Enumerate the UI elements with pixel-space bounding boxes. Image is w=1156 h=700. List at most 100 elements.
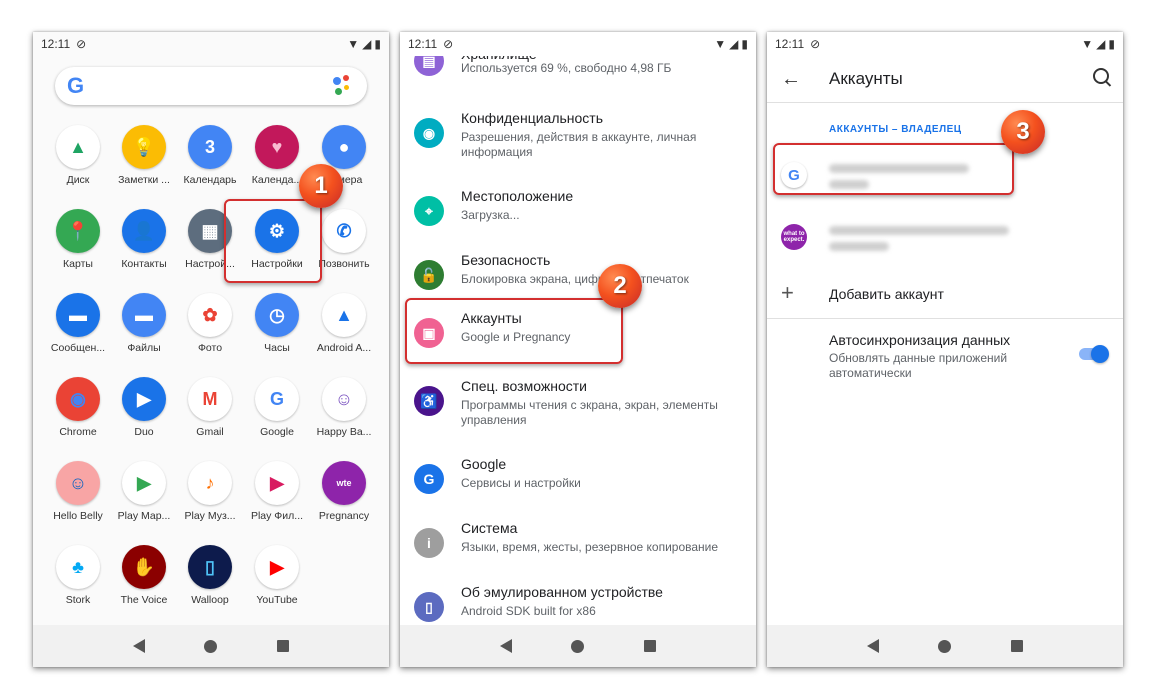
nav-bar bbox=[33, 625, 389, 667]
settings-item-subtitle: Загрузка... bbox=[461, 208, 520, 222]
dnd-icon: ⊘ bbox=[810, 37, 821, 51]
app-label: The Voice bbox=[120, 594, 168, 606]
app-youtube[interactable]: ▶ YouTube bbox=[244, 545, 310, 606]
accessibility-icon: ♿ bbox=[414, 386, 444, 416]
google-icon: G bbox=[255, 377, 299, 421]
app-label: YouTube bbox=[256, 594, 298, 606]
app-label: Сообщен... bbox=[50, 342, 106, 354]
settings-item-location-pin[interactable]: ⌖ Местоположение Загрузка... bbox=[400, 182, 756, 238]
app-hello-belly[interactable]: ☺ Hello Belly bbox=[45, 461, 111, 522]
assistant-icon[interactable] bbox=[333, 75, 355, 97]
app-label: Play Фил... bbox=[250, 510, 304, 522]
files-icon: ▬ bbox=[122, 293, 166, 337]
settings-item-accessibility[interactable]: ♿ Спец. возможности Программы чтения с экр… bbox=[400, 372, 756, 428]
settings-item-subtitle: Программы чтения с экрана, экран, элемен… bbox=[461, 398, 718, 427]
nav-back-icon[interactable] bbox=[866, 639, 879, 653]
app-chrome[interactable]: ◉ Chrome bbox=[45, 377, 111, 438]
app-files[interactable]: ▬ Файлы bbox=[111, 293, 177, 354]
app-calendar[interactable]: 3 Календарь bbox=[177, 125, 243, 186]
wifi-icon: ▼ bbox=[347, 37, 360, 51]
youtube-icon: ▶ bbox=[255, 545, 299, 589]
app-photos[interactable]: ✿ Фото bbox=[177, 293, 243, 354]
settings-item-subtitle: Разрешения, действия в аккаунте, личная … bbox=[461, 130, 697, 159]
step-badge-3: 3 bbox=[1001, 110, 1045, 154]
settings-item-title: Спец. возможности bbox=[461, 378, 587, 394]
settings-item-privacy-eye[interactable]: ◉ Конфиденциальность Разрешения, действия … bbox=[400, 104, 756, 160]
the-voice-icon: ✋ bbox=[122, 545, 166, 589]
app-walloop[interactable]: ▯ Walloop bbox=[177, 545, 243, 606]
google-search-bar[interactable]: G bbox=[55, 67, 367, 105]
duo-icon: ▶ bbox=[122, 377, 166, 421]
keep-icon: 💡 bbox=[122, 125, 166, 169]
wifi-icon: ▼ bbox=[1081, 37, 1094, 51]
settings-item-title: Конфиденциальность bbox=[461, 110, 604, 126]
accounts-toolbar: ← Аккаунты bbox=[767, 56, 1123, 103]
nav-home-icon[interactable] bbox=[571, 639, 585, 653]
dnd-icon: ⊘ bbox=[443, 37, 454, 51]
nav-back-icon[interactable] bbox=[132, 639, 145, 653]
toggle-knob bbox=[1091, 345, 1109, 363]
search-icon[interactable] bbox=[1093, 68, 1109, 84]
app-label: Chrome bbox=[59, 426, 97, 438]
app-play-market[interactable]: ▶ Play Мар... bbox=[111, 461, 177, 522]
callout-google-account bbox=[773, 143, 1014, 195]
app-play-movies[interactable]: ▶ Play Фил... bbox=[244, 461, 310, 522]
nav-recents-icon[interactable] bbox=[277, 640, 290, 652]
app-duo[interactable]: ▶ Duo bbox=[111, 377, 177, 438]
add-account-label: Добавить аккаунт bbox=[829, 286, 944, 302]
nav-back-icon[interactable] bbox=[499, 639, 512, 653]
signal-icon: ◢ bbox=[729, 37, 739, 51]
app-play-music[interactable]: ♪ Play Муз... bbox=[177, 461, 243, 522]
settings-item-subtitle: Используется 69 %, свободно 4,98 ГБ bbox=[461, 61, 672, 75]
device-icon: ▯ bbox=[414, 592, 444, 622]
app-label: Календарь bbox=[183, 174, 237, 186]
auto-sync-toggle[interactable] bbox=[1079, 345, 1109, 363]
app-messages[interactable]: ▬ Сообщен... bbox=[45, 293, 111, 354]
settings-item-info[interactable]: i Система Языки, время, жесты, резервное к… bbox=[400, 514, 756, 570]
auto-sync-subtitle: Обновлять данные приложений автоматическ… bbox=[829, 351, 1008, 380]
camera-icon: ● bbox=[322, 125, 366, 169]
maps-icon: 📍 bbox=[56, 209, 100, 253]
app-gmail[interactable]: M Gmail bbox=[177, 377, 243, 438]
settings-item-title: Безопасность bbox=[461, 252, 551, 268]
heart-calendar-icon: ♥ bbox=[255, 125, 299, 169]
settings-item-title: Google bbox=[461, 456, 507, 472]
chrome-icon: ◉ bbox=[56, 377, 100, 421]
drive-icon: ▲ bbox=[56, 125, 100, 169]
app-the-voice[interactable]: ✋ The Voice bbox=[111, 545, 177, 606]
settings-item-subtitle: Сервисы и настройки bbox=[461, 476, 581, 490]
auto-sync-title: Автосинхронизация данных bbox=[829, 332, 1011, 348]
app-contacts[interactable]: 👤 Контакты bbox=[111, 209, 177, 270]
status-bar: 12:11 ⊘ ▼ ◢ ▮ bbox=[400, 32, 756, 56]
app-what-to-expect[interactable]: wte Pregnancy bbox=[311, 461, 377, 522]
app-label: Pregnancy bbox=[318, 510, 370, 522]
nav-recents-icon[interactable] bbox=[644, 640, 657, 652]
nav-recents-icon[interactable] bbox=[1011, 640, 1024, 652]
plus-icon: + bbox=[781, 280, 794, 305]
app-label: Контакты bbox=[121, 258, 167, 270]
app-clock[interactable]: ◷ Часы bbox=[244, 293, 310, 354]
status-bar: 12:11 ⊘ ▼ ◢ ▮ bbox=[33, 32, 389, 56]
settings-item-subtitle: Android SDK built for x86 bbox=[461, 604, 596, 618]
app-android-auto[interactable]: ▲ Android A... bbox=[311, 293, 377, 354]
battery-icon: ▮ bbox=[1108, 37, 1115, 51]
settings-item-google-g[interactable]: G Google Сервисы и настройки bbox=[400, 450, 756, 506]
nav-home-icon[interactable] bbox=[938, 639, 952, 653]
stork-icon: ♣ bbox=[56, 545, 100, 589]
nav-home-icon[interactable] bbox=[204, 639, 218, 653]
app-maps[interactable]: 📍 Карты bbox=[45, 209, 111, 270]
clock-icon: ◷ bbox=[255, 293, 299, 337]
back-arrow-icon[interactable]: ← bbox=[781, 68, 801, 91]
pregnancy-account-row[interactable]: what to expect. bbox=[767, 214, 1123, 264]
app-keep[interactable]: 💡 Заметки ... bbox=[111, 125, 177, 186]
app-drive[interactable]: ▲ Диск bbox=[45, 125, 111, 186]
app-google[interactable]: G Google bbox=[244, 377, 310, 438]
app-label: Walloop bbox=[191, 594, 229, 606]
settings-item-subtitle: Языки, время, жесты, резервное копирован… bbox=[461, 540, 719, 554]
phone-icon: ✆ bbox=[322, 209, 366, 253]
app-happy-baby[interactable]: ☺ Happy Ba... bbox=[311, 377, 377, 438]
app-stork[interactable]: ♣ Stork bbox=[45, 545, 111, 606]
add-account-row[interactable]: + Добавить аккаунт bbox=[767, 278, 1123, 319]
auto-sync-row[interactable]: Автосинхронизация данных Обновлять данны… bbox=[767, 330, 1123, 386]
settings-item-lock[interactable]: 🔓 Безопасность Блокировка экрана, цифровой… bbox=[400, 246, 756, 302]
